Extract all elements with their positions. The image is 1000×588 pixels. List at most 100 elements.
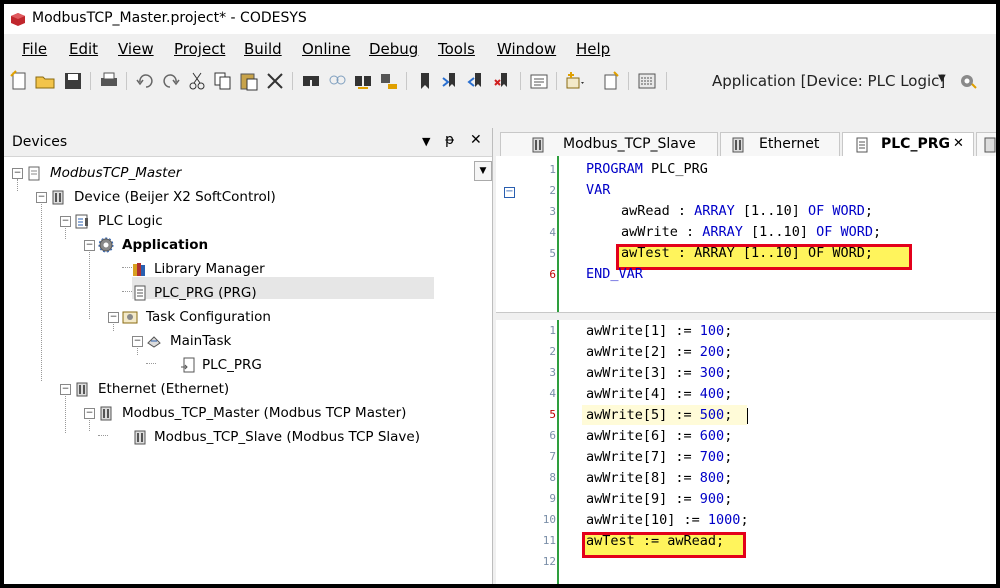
devices-panel-title: Devices (12, 134, 68, 150)
tab-modbus-tcp-slave[interactable]: Modbus_TCP_Slave (500, 132, 718, 157)
tree-item-device[interactable]: − Device (Beijer X2 SoftControl) (36, 186, 436, 208)
impl-line-6: awWrite[6] := 600; (586, 428, 733, 444)
tree-item-task-configuration[interactable]: − Task Configuration (108, 306, 408, 328)
menu-bar: File Edit View Project Build Online Debu… (4, 34, 996, 64)
menu-project[interactable]: Project (174, 40, 225, 58)
impl-line-3: awWrite[3] := 300; (586, 365, 733, 381)
tree-dropdown-button[interactable]: ▼ (474, 161, 492, 181)
menu-view[interactable]: View (118, 40, 154, 58)
tree-item-application[interactable]: − Application (84, 234, 484, 256)
menu-tools[interactable]: Tools (438, 40, 475, 58)
menu-debug[interactable]: Debug (369, 40, 418, 58)
impl-line-7: awWrite[7] := 700; (586, 449, 733, 465)
tree-item-plc-logic[interactable]: − PLC Logic (60, 210, 460, 232)
tree-item-plc-prg[interactable]: PLC_PRG (PRG) (132, 282, 432, 304)
save-icon[interactable] (62, 70, 84, 92)
menu-window[interactable]: Window (497, 40, 556, 58)
impl-line-4: awWrite[4] := 400; (586, 386, 733, 402)
find-next-icon[interactable] (326, 70, 348, 92)
pou-document-icon (134, 285, 146, 301)
tab-plc-prg[interactable]: PLC_PRG ✕ (842, 132, 974, 157)
bookmark-icon[interactable] (414, 70, 436, 92)
collapse-toggle[interactable]: − (12, 168, 23, 179)
insert-object-icon[interactable] (600, 70, 622, 92)
menu-file[interactable]: File (22, 40, 47, 58)
close-panel-icon[interactable]: ✕ (470, 132, 482, 148)
properties-icon[interactable] (528, 70, 550, 92)
pin-icon[interactable]: ᵽ (445, 132, 454, 148)
paste-icon[interactable] (238, 70, 260, 92)
decl-line-3: awRead : ARRAY [1..10] OF WORD; (621, 203, 873, 219)
change-marker-bar (557, 320, 559, 584)
new-project-icon[interactable] (8, 70, 30, 92)
decl-line-1: PROGRAM PLC_PRG (586, 161, 708, 177)
impl-line-5: awWrite[5] := 500; (586, 407, 733, 423)
delete-icon[interactable] (264, 70, 286, 92)
redo-icon[interactable] (160, 70, 182, 92)
replace-all-icon[interactable] (378, 70, 400, 92)
open-project-icon[interactable] (34, 70, 56, 92)
toolbar-separator (666, 72, 667, 90)
print-icon[interactable] (98, 70, 120, 92)
decl-line-5: awTest : ARRAY [1..10] OF WORD; (621, 245, 873, 261)
find-icon[interactable] (300, 70, 322, 92)
tab-overflow[interactable] (976, 132, 996, 157)
previous-bookmark-icon[interactable] (466, 70, 488, 92)
library-books-icon (133, 263, 145, 276)
tree-item-maintask-plc-prg[interactable]: PLC_PRG (180, 354, 480, 376)
tree-item-project[interactable]: − ModbusTCP_Master (12, 162, 412, 184)
menu-build[interactable]: Build (244, 40, 282, 58)
tree-item-library-manager[interactable]: Library Manager (132, 258, 432, 280)
collapse-toggle[interactable]: − (108, 312, 119, 323)
fold-toggle-icon[interactable]: − (504, 187, 515, 198)
add-object-icon[interactable] (564, 70, 586, 92)
impl-line-8: awWrite[8] := 800; (586, 470, 733, 486)
tree-item-modbus-tcp-master[interactable]: − Modbus_TCP_Master (Modbus TCP Master) (84, 402, 484, 424)
menu-help[interactable]: Help (576, 40, 610, 58)
menu-online[interactable]: Online (302, 40, 350, 58)
active-application-combo[interactable]: Application [Device: PLC Logic] ▼ (704, 69, 954, 93)
change-marker-bar (557, 156, 559, 312)
pou-document-icon (856, 137, 868, 153)
implementation-pane[interactable]: 1 2 3 4 5 6 7 8 9 10 11 12 awWrite[1] :=… (496, 320, 996, 584)
tab-ethernet[interactable]: Ethernet (720, 132, 840, 157)
login-icon[interactable] (959, 72, 977, 90)
toolbar-separator (406, 72, 407, 90)
tree-item-modbus-tcp-slave[interactable]: Modbus_TCP_Slave (Modbus TCP Slave) (132, 426, 472, 448)
collapse-toggle[interactable]: − (84, 240, 95, 251)
copy-icon[interactable] (212, 70, 234, 92)
collapse-toggle[interactable]: − (36, 192, 47, 203)
toolbar-separator (126, 72, 127, 90)
clear-bookmarks-icon[interactable] (492, 70, 514, 92)
device-icon (52, 190, 64, 205)
declaration-pane[interactable]: 1 2 3 4 5 6 − PROGRAM PLC_PRG VAR awRead… (496, 156, 996, 312)
undo-icon[interactable] (134, 70, 156, 92)
replace-icon[interactable] (352, 70, 374, 92)
menu-edit[interactable]: Edit (69, 40, 98, 58)
task-icon (147, 336, 161, 348)
toolbar: Application [Device: PLC Logic] ▼ (4, 66, 996, 96)
tree-item-ethernet[interactable]: − Ethernet (Ethernet) (60, 378, 460, 400)
application-gear-icon (98, 237, 114, 253)
build-icon[interactable] (636, 70, 658, 92)
impl-line-11: awTest := awRead; (586, 533, 725, 549)
plc-logic-icon (75, 214, 88, 229)
next-bookmark-icon[interactable] (440, 70, 462, 92)
collapse-toggle[interactable]: − (60, 216, 71, 227)
tree-item-maintask[interactable]: − MainTask (132, 330, 432, 352)
panel-menu-dropdown-icon[interactable]: ▼ (422, 135, 430, 148)
modbus-slave-icon (134, 430, 146, 445)
text-caret (747, 408, 748, 424)
modbus-master-icon (100, 406, 112, 421)
toolbar-separator (292, 72, 293, 90)
collapse-toggle[interactable]: − (60, 384, 71, 395)
impl-line-9: awWrite[9] := 900; (586, 491, 733, 507)
impl-line-1: awWrite[1] := 100; (586, 323, 733, 339)
cut-icon[interactable] (186, 70, 208, 92)
close-tab-icon[interactable]: ✕ (953, 136, 964, 151)
collapse-toggle[interactable]: − (84, 408, 95, 419)
toolbar-separator (628, 72, 629, 90)
chevron-down-icon: ▼ (938, 73, 946, 84)
collapse-toggle[interactable]: − (132, 336, 143, 347)
decl-line-6: END_VAR (586, 266, 643, 282)
